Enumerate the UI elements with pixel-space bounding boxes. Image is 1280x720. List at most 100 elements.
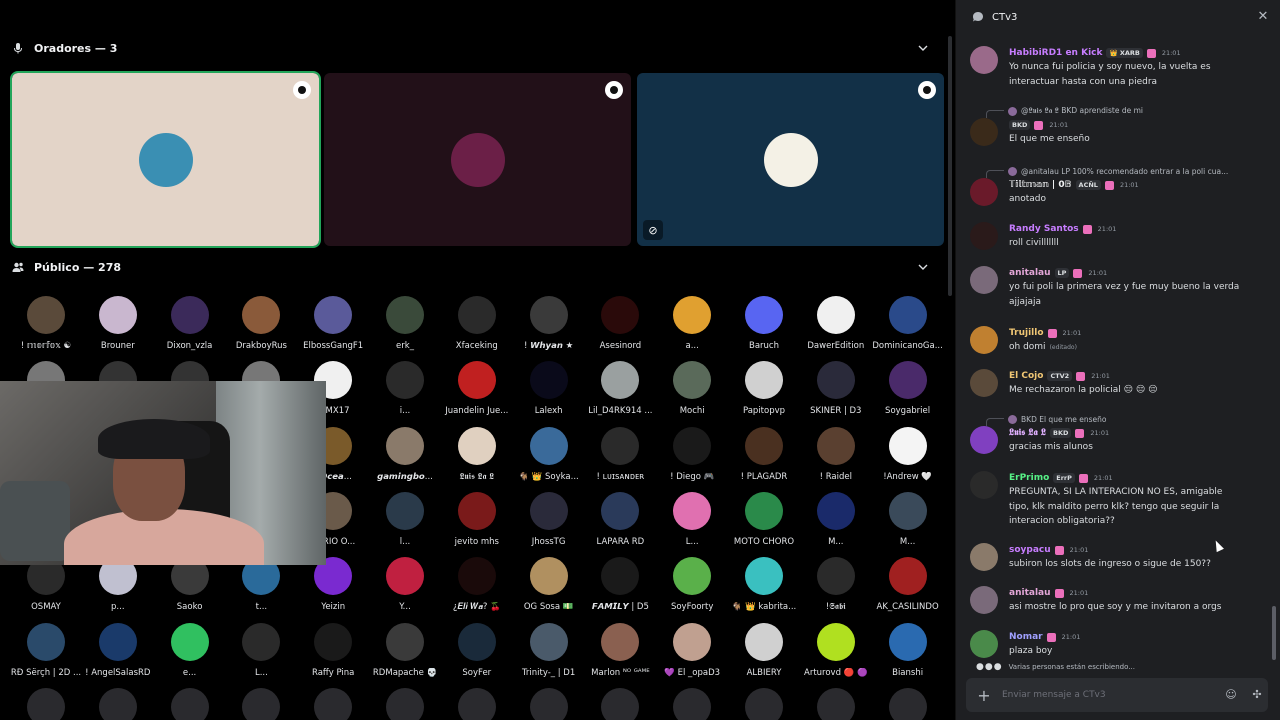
audience-member[interactable]: Y...: [369, 557, 441, 612]
audience-member[interactable]: 𝙜𝙖𝙢𝙞𝙣𝙜𝙗𝙤...: [369, 426, 441, 482]
audience-member[interactable]: 💜 El _opaD3: [656, 622, 728, 678]
speaker-tile[interactable]: [10, 71, 321, 248]
audience-member[interactable]: M...: [872, 491, 944, 547]
avatar[interactable]: [970, 630, 998, 658]
audience-member[interactable]: ! 𝙒𝙝𝙮𝙖𝙣 ★: [513, 296, 585, 351]
audience-member[interactable]: [584, 687, 656, 720]
audience-member[interactable]: Marlon ᴺᴼ ᴳᴬᴹᴱ: [584, 622, 656, 678]
audience-member[interactable]: Juandelin Jue...: [441, 361, 513, 416]
audience-member[interactable]: [513, 687, 585, 720]
audience-member[interactable]: Asesinord: [584, 296, 656, 351]
chat-scrollbar[interactable]: [1272, 606, 1276, 660]
audience-member[interactable]: ! 𝕞𝕠𝕣𝕗𝕠𝕩 ☯: [10, 296, 82, 351]
audience-member[interactable]: t...: [225, 557, 297, 612]
audience-member[interactable]: RÐ Šërçh | 2D ...: [10, 622, 82, 678]
audience-member[interactable]: Yeizin: [297, 557, 369, 612]
audience-member[interactable]: SoyFer: [441, 622, 513, 678]
audience-member[interactable]: ! ʟᴜɪꜱᴀɴᴅᴇʀ: [584, 426, 656, 482]
audience-member[interactable]: l...: [369, 491, 441, 547]
avatar[interactable]: [970, 266, 998, 294]
audience-member[interactable]: [10, 687, 82, 720]
audience-member[interactable]: [872, 687, 944, 720]
audience-member[interactable]: ! AngelSalasRD: [82, 622, 154, 678]
audience-member[interactable]: Baruch: [728, 296, 800, 351]
audience-member[interactable]: ¿𝑬𝒍𝒊 𝑾𝒂? 🍒: [441, 557, 513, 612]
audience-member[interactable]: [728, 687, 800, 720]
avatar[interactable]: [970, 471, 998, 499]
audience-member[interactable]: [82, 687, 154, 720]
audience-member[interactable]: Bianshi: [872, 622, 944, 678]
avatar[interactable]: [970, 178, 998, 206]
chevron-down-icon[interactable]: [918, 43, 928, 53]
audience-member[interactable]: DrakboyRus: [225, 296, 297, 351]
audience-member[interactable]: ! Raidel: [800, 426, 872, 482]
audience-member[interactable]: [441, 687, 513, 720]
audience-member[interactable]: AK_CASILINDO: [872, 557, 944, 612]
audience-member[interactable]: OG Sosa 💵: [513, 557, 585, 612]
message-author[interactable]: Randy Santos: [1009, 224, 1079, 234]
audience-member[interactable]: Lalexh: [513, 361, 585, 416]
audience-member[interactable]: SKINER | D3: [800, 361, 872, 416]
speaker-tile[interactable]: [324, 73, 631, 246]
avatar[interactable]: [970, 118, 998, 146]
message-author[interactable]: Nomar: [1009, 632, 1043, 642]
audience-member[interactable]: a...: [656, 296, 728, 351]
audience-member[interactable]: ALBIERY: [728, 622, 800, 678]
message-author[interactable]: 𝕷𝖚𝖎𝖘 𝕷𝖆 𝕷: [1009, 428, 1046, 438]
avatar[interactable]: [970, 426, 998, 454]
message-author[interactable]: El Cojo: [1009, 371, 1043, 381]
audience-member[interactable]: L...: [656, 491, 728, 547]
message-author[interactable]: 𝕋𝕚𝕝𝕥𝕞𝕒𝕟 | 0𝔹: [1009, 180, 1072, 190]
audience-member[interactable]: erk_: [369, 296, 441, 351]
message-author[interactable]: Trujillo: [1009, 328, 1044, 338]
audience-section-header[interactable]: Público — 278: [12, 257, 942, 277]
close-icon[interactable]: ✕: [1256, 10, 1270, 24]
message-author[interactable]: soypacu: [1009, 545, 1051, 555]
reply-preview[interactable]: @𝕷𝖚𝖎𝖘 𝕷𝖆 𝕷 BKD aprendiste de mi: [986, 104, 1276, 118]
audience-member[interactable]: ! Diego 🎮: [656, 426, 728, 482]
add-attachment-button[interactable]: +: [966, 686, 1002, 705]
audience-member[interactable]: 𝙁𝘼𝙈𝙄𝙇𝙔 | D5: [584, 557, 656, 612]
message-author[interactable]: anitalau: [1009, 268, 1051, 278]
audience-member[interactable]: p...: [82, 557, 154, 612]
audience-member[interactable]: ! PLAGADR: [728, 426, 800, 482]
audience-member[interactable]: Mochi: [656, 361, 728, 416]
avatar[interactable]: [970, 326, 998, 354]
audience-member[interactable]: Papitopvp: [728, 361, 800, 416]
audience-member[interactable]: Arturovd 🔴 🟣: [800, 622, 872, 678]
audience-member[interactable]: !Andrew 🤍: [872, 426, 944, 482]
audience-member[interactable]: Lil_D4RK914 ...: [584, 361, 656, 416]
audience-member[interactable]: Soygabriel: [872, 361, 944, 416]
avatar[interactable]: [970, 222, 998, 250]
reply-preview[interactable]: @anitalau LP 100% recomendado entrar a l…: [986, 164, 1276, 178]
audience-member[interactable]: Trinity-_ | D1: [513, 622, 585, 678]
audience-member[interactable]: [369, 687, 441, 720]
message-author[interactable]: HabibiRD1 en Kick: [1009, 48, 1102, 58]
audience-member[interactable]: M...: [800, 491, 872, 547]
reply-preview[interactable]: BKD El que me enseño: [986, 412, 1276, 426]
audience-member[interactable]: Brouner: [82, 296, 154, 351]
audience-member[interactable]: L...: [225, 622, 297, 678]
message-author[interactable]: ErPrimo: [1009, 473, 1049, 483]
apps-icon[interactable]: ✣: [1250, 688, 1264, 702]
avatar[interactable]: [970, 586, 998, 614]
avatar[interactable]: [970, 543, 998, 571]
audience-member[interactable]: 🐐 👑 Soyka...: [513, 426, 585, 482]
audience-member[interactable]: 🐐 👑 kabrita...: [728, 557, 800, 612]
audience-member[interactable]: !𝕾𝖆𝖇𝖎: [800, 557, 872, 612]
audience-member[interactable]: ElbossGangF1: [297, 296, 369, 351]
audience-member[interactable]: SoyFoorty: [656, 557, 728, 612]
audience-member[interactable]: Xfaceking: [441, 296, 513, 351]
stage-scrollbar[interactable]: [948, 36, 952, 296]
audience-member[interactable]: e...: [154, 622, 226, 678]
audience-member[interactable]: Dixon_vzla: [154, 296, 226, 351]
audience-member[interactable]: MOTO CHORO: [728, 491, 800, 547]
audience-member[interactable]: [154, 687, 226, 720]
audience-member[interactable]: [656, 687, 728, 720]
audience-member[interactable]: [800, 687, 872, 720]
speaker-tile[interactable]: ⊘: [637, 73, 944, 246]
audience-member[interactable]: i...: [369, 361, 441, 416]
audience-member[interactable]: JhossTG: [513, 491, 585, 547]
audience-member[interactable]: jevito mhs: [441, 491, 513, 547]
audience-member[interactable]: LAPARA RD: [584, 491, 656, 547]
